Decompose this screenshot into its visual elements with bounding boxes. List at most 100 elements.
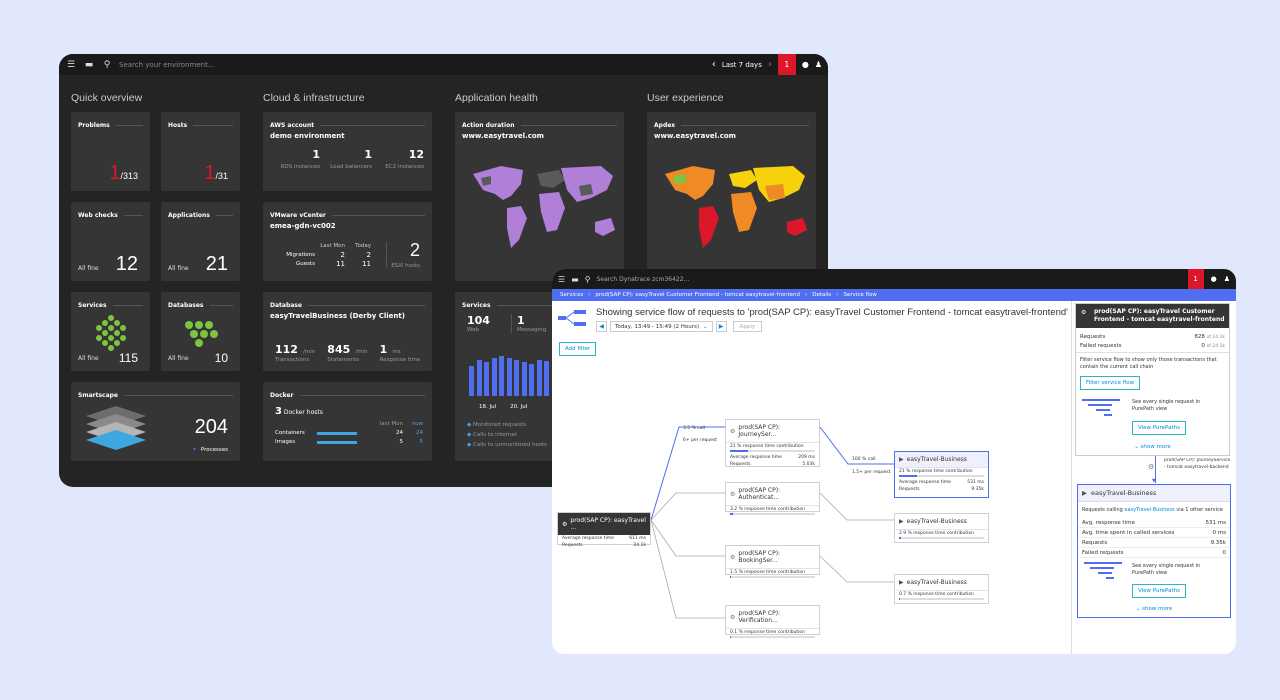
requests-value: 828 [1194, 333, 1205, 340]
date-label: 18. Jul [479, 404, 497, 410]
monitor-icon[interactable]: ▬ [83, 59, 95, 71]
panel-title: ▶ easyTravel-Business [1078, 485, 1230, 502]
auth-service-node[interactable]: ⚙ prod(SAP CP): Authenticat... 3.2 % resp… [725, 482, 820, 515]
chevron-left-icon[interactable]: ‹ [712, 59, 716, 70]
etb-node[interactable]: ▶ easyTravel-Business 0.7 % response time… [894, 574, 989, 604]
tile-smartscape[interactable]: Smartscape 204 ⚭ Processes [71, 382, 240, 461]
response-time-unit: ms [392, 349, 401, 355]
databases-count: 10 [214, 351, 228, 365]
legend-internet: ◆ Calls to internet [467, 432, 517, 438]
service-icon: ⚙ [730, 553, 736, 561]
tile-services[interactable]: Services All fine 115 [71, 292, 150, 371]
service-details-panel: ⚙ prod(SAP CP): easyTravel Customer Front… [1075, 303, 1230, 456]
show-more-link[interactable]: ⌄ show more [1076, 444, 1229, 450]
chevron-right-icon[interactable]: › [768, 59, 772, 70]
filter-service-flow-button[interactable]: Filter service flow [1080, 376, 1141, 390]
process-icon: ▶ [899, 518, 904, 525]
requests-value: 24.1k [633, 543, 646, 548]
services-count: 115 [118, 351, 138, 365]
chat-icon[interactable]: ● [1211, 275, 1217, 283]
etb-node-selected[interactable]: ▶ easyTravel-Business 21 % response time … [894, 451, 989, 498]
calling-link[interactable]: easyTravel-Business [1124, 507, 1174, 513]
tile-aws[interactable]: AWS account demo environment 1 RDS instan… [263, 112, 432, 191]
chain-service-icon: ⚙ [1148, 463, 1155, 471]
statements-unit: /min [355, 349, 368, 355]
tile-title: VMware vCenter [270, 212, 425, 219]
tile-title: Action duration [462, 122, 617, 129]
legend-label: Calls to unmonitored hosts [472, 442, 547, 448]
tile-apdex[interactable]: Apdex www.easytravel.com [647, 112, 816, 281]
messaging-label: Messaging [517, 327, 547, 333]
contribution-bar [730, 513, 815, 515]
user-icon[interactable]: ♟ [1224, 275, 1230, 283]
tile-title: Databases [168, 302, 233, 309]
filter-description: Filter service flow to show only those t… [1080, 356, 1217, 370]
web-checks-count: 12 [115, 253, 138, 275]
search-input[interactable]: Search your environment... [119, 61, 215, 69]
service-icon: ⚙ [730, 490, 736, 498]
art-label: Average response time [899, 480, 951, 485]
contribution-bar [899, 537, 984, 539]
etb-node[interactable]: ▶ easyTravel-Business 2.9 % response time… [894, 513, 989, 543]
migrations-label: Migrations [286, 252, 315, 258]
requests-bar-chart [469, 350, 557, 396]
failed-label: Failed requests [1080, 342, 1122, 349]
response-time-value: 1 [379, 343, 388, 356]
view-purepaths-button[interactable]: View PurePaths [1132, 421, 1186, 435]
images-now: 5 [419, 439, 424, 445]
rds-label: RDS instances [280, 164, 320, 170]
tile-docker[interactable]: Docker 3 Docker hosts last Mon now Contai… [263, 382, 432, 461]
requests-label: Requests [899, 487, 920, 492]
user-icon[interactable]: ♟ [815, 60, 822, 69]
problems-badge[interactable]: 1 [1187, 269, 1204, 289]
status-text: All fine [78, 265, 99, 272]
tile-databases[interactable]: Databases All fine 10 [161, 292, 240, 371]
tile-vmware[interactable]: VMware vCenter emea-gdn-vc002 Last Mon To… [263, 202, 432, 281]
booking-service-node[interactable]: ⚙ prod(SAP CP): BookingSer... 1.5 % respo… [725, 545, 820, 578]
tile-hosts[interactable]: Hosts 1/31 [161, 112, 240, 191]
menu-icon[interactable]: ☰ [65, 59, 77, 71]
timeframe-selector[interactable]: Last 7 days [722, 61, 762, 69]
guests-today: 11 [362, 260, 371, 268]
vcenter-name: emea-gdn-vc002 [270, 222, 336, 230]
date-label: 20. Jul [510, 404, 528, 410]
contribution-text: 1.5 % response time contribution [730, 570, 806, 575]
journey-service-node[interactable]: ⚙ prod(SAP CP): JourneySer... 21 % respon… [725, 419, 820, 467]
images-last: 5 [399, 439, 404, 445]
requests-value: 5.03k [802, 462, 815, 467]
tile-database[interactable]: Database easyTravelBusiness (Derby Clien… [263, 292, 432, 371]
contribution-text: 0.1 % response time contribution [730, 630, 806, 635]
dashboard-topbar: ☰ ▬ ⚲ Search your environment... ‹ Last … [59, 54, 828, 75]
root-service-node[interactable]: ⚙ prod(SAP CP): easyTravel ... Average re… [557, 512, 651, 548]
tile-title: Smartscape [78, 392, 233, 399]
docker-hosts-count: 3 [275, 406, 282, 417]
edge-rate: 6+ per request [683, 438, 718, 443]
chat-icon[interactable]: ● [802, 60, 809, 69]
chevron-down-icon: ⌄ [1135, 606, 1141, 612]
images-label: Images [275, 439, 296, 445]
verification-service-node[interactable]: ⚙ prod(SAP CP): Verification... 0.1 % res… [725, 605, 820, 638]
esxi-count: 2 [409, 240, 420, 260]
art-label: Average response time [562, 536, 614, 541]
art-value: 611 ms [629, 536, 646, 541]
search-icon[interactable]: ⚲ [101, 59, 113, 71]
contribution-text: 3.2 % response time contribution [730, 507, 806, 512]
section-cloud: Cloud & infrastructure [263, 92, 365, 104]
status-text: All fine [168, 265, 189, 272]
tile-title: Database [270, 302, 425, 309]
tile-applications[interactable]: Applications All fine 21 [161, 202, 240, 281]
etb-details-panel: ▶ easyTravel-Business Requests calling ea… [1077, 484, 1231, 618]
tile-web-checks[interactable]: Web checks All fine 12 [71, 202, 150, 281]
tile-problems[interactable]: Problems 1/313 [71, 112, 150, 191]
edge-call-pct: 3.5 % call [683, 426, 706, 431]
services-hexagon-icon [96, 315, 126, 351]
tile-action-duration[interactable]: Action duration www.easytravel.com [455, 112, 624, 281]
migrations-last: 2 [340, 251, 345, 259]
problems-badge[interactable]: 1 [777, 54, 796, 75]
requests-value: 9.35k [971, 487, 984, 492]
esxi-label: ESXi hosts [391, 263, 420, 269]
show-more-link[interactable]: ⌄ show more [1078, 606, 1230, 612]
view-purepaths-button[interactable]: View PurePaths [1132, 584, 1186, 598]
art-label: Average response time [730, 455, 782, 460]
world-map-apdex [665, 166, 807, 248]
